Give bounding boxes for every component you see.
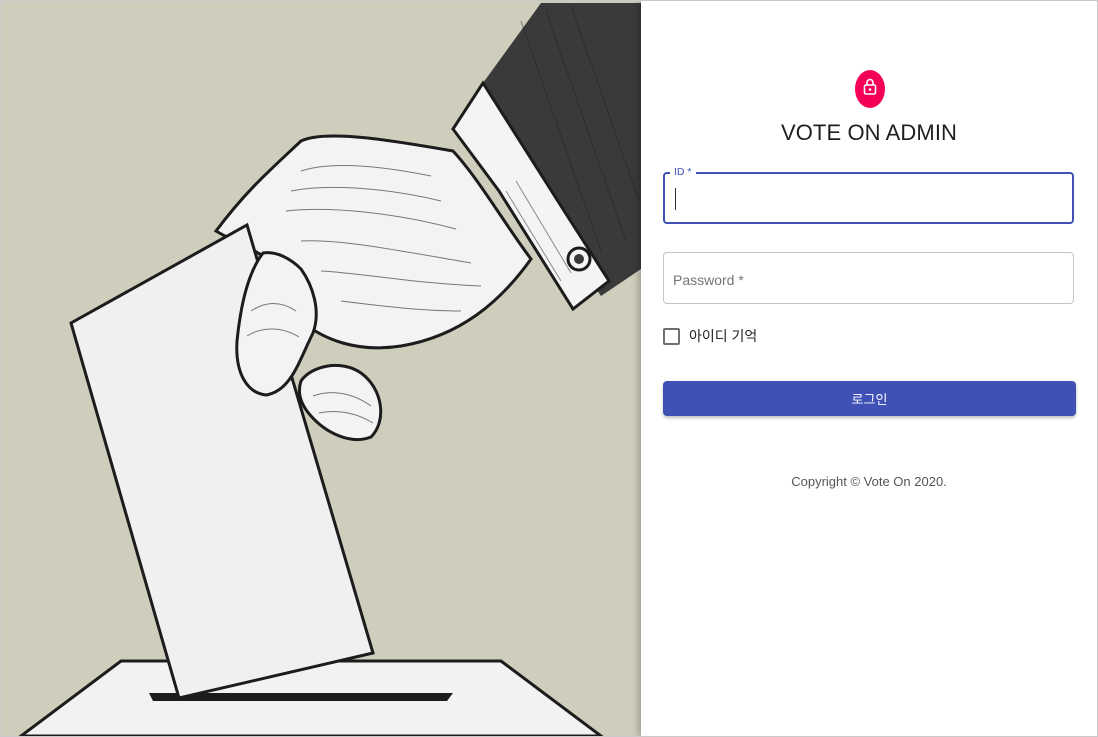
id-field-label: ID * — [670, 166, 696, 178]
remember-id-option[interactable]: 아이디 기억 — [663, 326, 757, 346]
login-button[interactable]: 로그인 — [663, 381, 1076, 416]
ballot-illustration — [1, 1, 641, 736]
password-field-label: Password * — [673, 272, 744, 288]
id-field[interactable]: ID * — [663, 166, 1074, 224]
login-page: VOTE ON ADMIN ID * Password * 아이디 기억 로그인… — [0, 0, 1098, 737]
remember-id-label: 아이디 기억 — [689, 328, 758, 344]
text-cursor — [675, 188, 676, 210]
lock-icon — [863, 78, 877, 100]
remember-id-checkbox[interactable] — [663, 327, 680, 345]
page-title: VOTE ON ADMIN — [780, 120, 958, 145]
lock-avatar — [855, 70, 885, 108]
password-field[interactable]: Password * — [663, 252, 1074, 304]
login-panel: VOTE ON ADMIN ID * Password * 아이디 기억 로그인… — [641, 1, 1097, 736]
copyright-text: Copyright © Vote On 2020. — [791, 474, 947, 489]
